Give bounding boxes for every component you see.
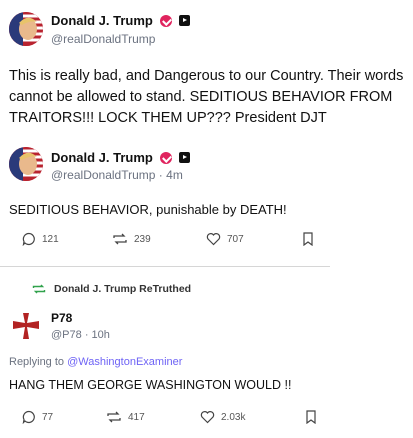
post2-text: SEDITIOUS BEHAVIOR, punishable by DEATH! bbox=[9, 202, 287, 217]
retruth-button[interactable]: 239 bbox=[112, 232, 151, 246]
like-button[interactable]: 2.03k bbox=[200, 410, 245, 424]
post3-author-name[interactable]: P78 bbox=[51, 311, 72, 325]
verified-badge-icon bbox=[160, 14, 173, 27]
avatar-p78[interactable] bbox=[9, 309, 43, 343]
post3-time[interactable]: 10h bbox=[92, 329, 110, 341]
media-badge-icon bbox=[178, 152, 190, 164]
like-count: 2.03k bbox=[221, 411, 246, 423]
retruth-count: 417 bbox=[128, 411, 145, 423]
post3-author-handle[interactable]: @P78 bbox=[51, 329, 82, 341]
retruth-icon bbox=[107, 411, 121, 423]
reply-count: 121 bbox=[42, 233, 59, 245]
separator-dot: · bbox=[84, 329, 92, 341]
bookmark-icon bbox=[306, 410, 316, 425]
bookmark-icon bbox=[303, 232, 313, 247]
divider bbox=[0, 266, 330, 267]
like-button[interactable]: 707 bbox=[206, 232, 244, 246]
post1-text: This is really bad, and Dangerous to our… bbox=[9, 68, 404, 126]
avatar-donald-trump[interactable] bbox=[9, 12, 43, 46]
retruth-count: 239 bbox=[134, 233, 151, 245]
retruth-icon bbox=[32, 284, 46, 294]
post2-author-handle[interactable]: @realDonaldTrump bbox=[51, 168, 155, 182]
like-count: 707 bbox=[227, 233, 244, 245]
verified-badge-icon bbox=[160, 151, 173, 164]
avatar-donald-trump[interactable] bbox=[9, 147, 43, 181]
reply-button[interactable]: 77 bbox=[22, 410, 53, 424]
heart-icon bbox=[200, 411, 215, 424]
reply-icon bbox=[22, 232, 35, 246]
reply-icon bbox=[22, 410, 35, 424]
replying-to-link[interactable]: @WashingtonExaminer bbox=[67, 356, 182, 368]
retruth-icon bbox=[113, 233, 127, 245]
post1-author-name[interactable]: Donald J. Trump bbox=[51, 13, 153, 28]
post1-author-handle[interactable]: @realDonaldTrump bbox=[51, 32, 155, 46]
reply-count: 77 bbox=[42, 411, 54, 423]
post3-text: HANG THEM GEORGE WASHINGTON WOULD !! bbox=[9, 378, 292, 392]
bookmark-button[interactable] bbox=[305, 410, 317, 429]
retruth-button[interactable]: 417 bbox=[106, 410, 145, 424]
reply-button[interactable]: 121 bbox=[22, 232, 59, 246]
post2-time[interactable]: 4m bbox=[166, 168, 183, 182]
bookmark-button[interactable] bbox=[302, 232, 314, 251]
post2-author-name[interactable]: Donald J. Trump bbox=[51, 150, 153, 165]
replying-prefix: Replying to bbox=[9, 356, 65, 368]
heart-icon bbox=[206, 233, 221, 246]
retruth-label[interactable]: Donald J. Trump ReTruthed bbox=[54, 283, 191, 295]
media-badge-icon bbox=[178, 15, 190, 27]
